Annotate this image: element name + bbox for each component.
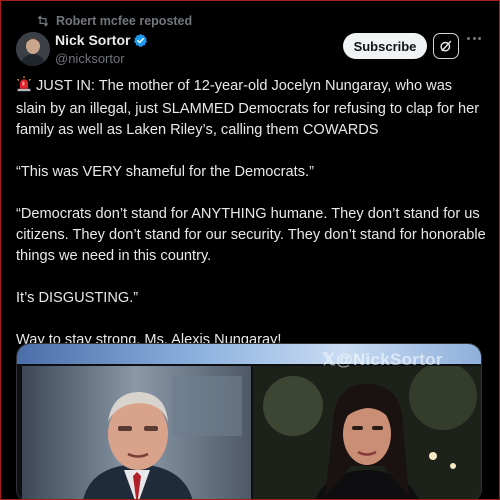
repost-icon — [37, 15, 49, 27]
more-options-icon — [467, 37, 470, 40]
more-options-button[interactable] — [467, 37, 481, 40]
media-watermark-text: @NickSortor — [336, 350, 443, 369]
repost-text: Robert mcfee reposted — [56, 14, 193, 28]
siren-emoji-icon — [16, 76, 32, 99]
avatar[interactable] — [16, 32, 50, 66]
host-figure — [22, 366, 251, 500]
tweet-paragraph: “Democrats don’t stand for ANYTHING huma… — [16, 206, 486, 264]
media-watermark: 𝕏@NickSortor — [322, 350, 443, 370]
repost-indicator[interactable]: Robert mcfee reposted — [36, 14, 192, 28]
verified-badge-icon — [133, 33, 148, 48]
tweet-paragraph: It’s DISGUSTING.” — [16, 290, 139, 306]
video-panel-left — [22, 366, 251, 500]
tweet-paragraph: JUST IN: The mother of 12-year-old Jocel… — [16, 76, 486, 141]
more-options-dot — [472, 37, 476, 40]
tweet-text: JUST IN: The mother of 12-year-old Jocel… — [16, 76, 486, 372]
tweet-paragraph-text: JUST IN: The mother of 12-year-old Jocel… — [16, 78, 480, 138]
grok-button[interactable] — [433, 33, 459, 59]
author-name-row[interactable]: Nick Sortor — [55, 32, 148, 48]
more-options-dot — [478, 37, 481, 40]
video-panel-right — [253, 366, 481, 500]
tweet-paragraph: “This was VERY shameful for the Democrat… — [16, 164, 314, 180]
subscribe-button[interactable]: Subscribe — [343, 33, 427, 59]
guest-figure — [253, 366, 481, 500]
author-handle[interactable]: @nicksortor — [55, 51, 125, 66]
author-display-name[interactable]: Nick Sortor — [55, 32, 130, 48]
x-logo-icon: 𝕏 — [322, 350, 336, 369]
grok-icon — [440, 40, 452, 52]
avatar-image — [16, 32, 50, 66]
